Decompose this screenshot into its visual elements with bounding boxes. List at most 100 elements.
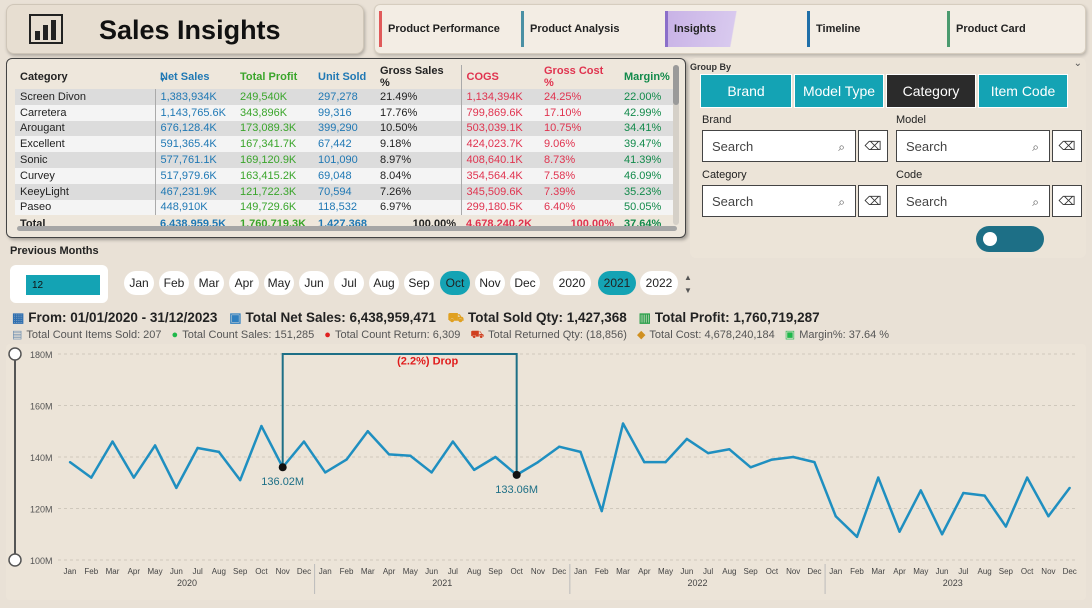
data-point[interactable] [664, 460, 667, 464]
table-row[interactable]: Curvey 517,979.6K 163,415.2K 69,048 8.04% 354… [15, 167, 675, 184]
month-pill-may[interactable]: May [264, 271, 294, 295]
month-pill-sep[interactable]: Sep [404, 271, 434, 295]
nav-tab-timeline[interactable]: Timeline [807, 11, 939, 47]
data-point[interactable] [153, 444, 157, 447]
data-point[interactable] [238, 478, 242, 482]
group-by-model-type-button[interactable]: Model Type [794, 74, 884, 108]
month-pill-jul[interactable]: Jul [334, 271, 364, 295]
data-point[interactable] [196, 446, 199, 450]
year-pill-2020[interactable]: 2020 [553, 271, 591, 295]
annotation-marker[interactable] [278, 463, 287, 472]
data-point[interactable] [90, 476, 93, 479]
month-pill-apr[interactable]: Apr [229, 271, 259, 295]
month-pill-mar[interactable]: Mar [194, 271, 224, 295]
data-point[interactable] [791, 455, 795, 459]
annotation-marker[interactable] [512, 470, 521, 479]
brand-search-input[interactable]: Search ⌕ [702, 130, 856, 162]
month-pill-nov[interactable]: Nov [475, 271, 505, 295]
horizontal-scrollbar[interactable] [17, 226, 677, 231]
group-by-brand-button[interactable]: Brand [700, 74, 792, 108]
nav-tab-product-card[interactable]: Product Card [947, 11, 1077, 47]
data-point[interactable] [898, 530, 901, 533]
data-point[interactable] [855, 535, 859, 539]
nav-tab-insights[interactable]: Insights [665, 11, 775, 47]
column-header[interactable]: Total Profit [235, 65, 313, 89]
chevron-down-icon[interactable]: ⌄ [1074, 58, 1082, 69]
vertical-scrollbar[interactable] [673, 65, 679, 225]
eraser-icon[interactable]: ⌫ [858, 185, 888, 217]
toggle-switch[interactable] [976, 226, 1044, 252]
table-row[interactable]: Screen Divon 1,383,934K 249,540K 297,278 21.… [15, 89, 675, 105]
data-point[interactable] [600, 509, 603, 513]
data-point[interactable] [962, 491, 965, 495]
column-header[interactable]: Gross Cost % [539, 65, 619, 89]
range-slider-top-handle[interactable] [8, 347, 22, 361]
data-point[interactable] [919, 489, 922, 492]
year-spinner[interactable]: ▲ ▼ [682, 271, 694, 297]
sort-arrow-icon[interactable]: ▼ [159, 77, 166, 84]
group-by-category-button[interactable]: Category [886, 74, 976, 108]
year-pill-2022[interactable]: 2022 [640, 271, 678, 295]
spin-down-icon[interactable]: ▼ [682, 284, 694, 297]
column-header[interactable]: Gross Sales % [375, 65, 461, 89]
data-point[interactable] [217, 450, 221, 454]
month-pill-aug[interactable]: Aug [369, 271, 399, 295]
data-point[interactable] [770, 458, 774, 461]
data-point[interactable] [579, 450, 582, 454]
table-row[interactable]: Carretera 1,143,765.6K 343,896K 99,316 17.76… [15, 104, 675, 121]
table-row[interactable]: Excellent 591,365.4K 167,341.7K 67,442 9.18%… [15, 136, 675, 153]
data-point[interactable] [728, 448, 731, 451]
table-row[interactable]: Paseo 448,910K 149,729.6K 118,532 6.97% 299,1… [15, 199, 675, 216]
data-point[interactable] [834, 515, 837, 518]
nav-tab-product-performance[interactable]: Product Performance [379, 11, 515, 47]
data-point[interactable] [643, 460, 646, 464]
column-header[interactable]: Category [15, 65, 155, 89]
data-point[interactable] [366, 430, 369, 433]
data-point[interactable] [685, 437, 689, 441]
data-point[interactable] [536, 460, 540, 464]
column-header[interactable]: Margin% [619, 65, 675, 89]
data-point[interactable] [175, 486, 178, 490]
model-search-input[interactable]: Search ⌕ [896, 130, 1050, 162]
scroll-thumb[interactable] [673, 65, 679, 105]
data-point[interactable] [409, 454, 412, 457]
range-slider-bottom-handle[interactable] [8, 553, 22, 567]
data-point[interactable] [451, 440, 455, 443]
nav-tab-product-analysis[interactable]: Product Analysis [521, 11, 657, 47]
data-point[interactable] [324, 471, 327, 474]
data-point[interactable] [1068, 486, 1071, 490]
eraser-icon[interactable]: ⌫ [858, 130, 888, 162]
group-by-item-code-button[interactable]: Item Code [978, 74, 1068, 108]
data-point[interactable] [706, 451, 710, 455]
month-pill-jan[interactable]: Jan [124, 271, 154, 295]
table-row[interactable]: Arougant 676,128.4K 173,089.3K 399,290 10.50… [15, 120, 675, 137]
data-point[interactable] [983, 494, 986, 497]
data-point[interactable] [1047, 515, 1050, 518]
data-point[interactable] [430, 471, 433, 474]
data-point[interactable] [302, 440, 306, 443]
data-point[interactable] [68, 460, 72, 464]
year-pill-2021[interactable]: 2021 [598, 271, 636, 295]
category-search-input[interactable]: Search ⌕ [702, 185, 856, 217]
previous-months-input[interactable]: 12 [26, 275, 100, 295]
month-pill-jun[interactable]: Jun [299, 271, 329, 295]
data-point[interactable] [132, 476, 136, 479]
data-point[interactable] [494, 455, 497, 459]
data-point[interactable] [111, 440, 114, 443]
month-pill-feb[interactable]: Feb [159, 271, 189, 295]
data-point[interactable] [387, 453, 391, 456]
data-point[interactable] [558, 445, 561, 448]
column-header[interactable]: Unit Sold [313, 65, 375, 89]
data-point[interactable] [940, 533, 944, 536]
data-point[interactable] [813, 460, 816, 464]
data-point[interactable] [749, 466, 752, 469]
table-row[interactable]: Sonic 577,761.1K 169,120.9K 101,090 8.97% 408… [15, 152, 675, 168]
data-point[interactable] [877, 476, 880, 479]
data-point[interactable] [1025, 476, 1029, 479]
data-point[interactable] [472, 468, 476, 472]
data-point[interactable] [345, 458, 348, 461]
column-header[interactable]: COGS [460, 65, 539, 89]
eraser-icon[interactable]: ⌫ [1052, 185, 1082, 217]
data-point[interactable] [260, 424, 263, 428]
column-header[interactable]: Net Sales ▼ [155, 65, 235, 89]
